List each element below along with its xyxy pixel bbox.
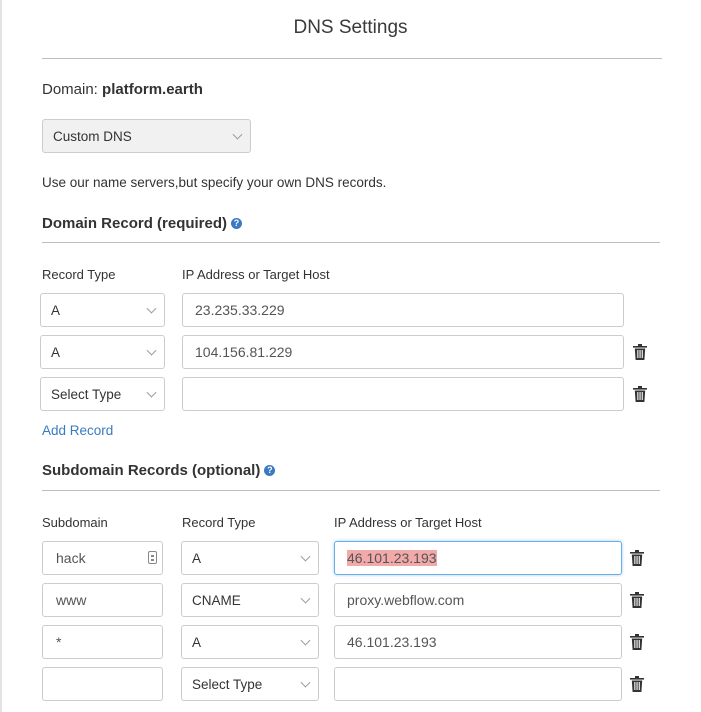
- target-host-value: 23.235.33.229: [195, 302, 285, 318]
- target-host-input[interactable]: proxy.webflow.com: [334, 583, 622, 617]
- subdomain-value: www: [56, 592, 87, 608]
- help-icon[interactable]: ?: [231, 218, 243, 229]
- col-header-target-host: IP Address or Target Host: [334, 515, 482, 530]
- page-title: DNS Settings: [293, 17, 408, 38]
- chevron-down-icon: [300, 635, 311, 646]
- col-header-target-host: IP Address or Target Host: [182, 267, 330, 282]
- domain-label: Domain:: [42, 81, 98, 98]
- left-border: [0, 0, 2, 712]
- record-type-select[interactable]: Select Type: [40, 377, 165, 411]
- chevron-down-icon: [146, 387, 157, 398]
- domain-value: platform.earth: [102, 81, 203, 98]
- record-type-select[interactable]: A: [40, 293, 165, 327]
- record-type-value: A: [51, 302, 61, 318]
- record-type-select[interactable]: Select Type: [181, 667, 319, 701]
- record-type-value: A: [51, 344, 61, 360]
- target-host-input[interactable]: 46.101.23.193: [334, 541, 622, 575]
- record-type-select[interactable]: CNAME: [181, 583, 319, 617]
- chevron-down-icon: [300, 593, 311, 604]
- target-host-input[interactable]: 104.156.81.229: [182, 335, 624, 369]
- target-host-value: proxy.webflow.com: [347, 592, 465, 608]
- dns-mode-value: Custom DNS: [53, 128, 132, 144]
- dns-mode-description: Use our name servers,but specify your ow…: [42, 175, 387, 190]
- trash-icon[interactable]: [630, 592, 644, 608]
- col-header-subdomain: Subdomain: [42, 515, 108, 530]
- title-divider: [42, 58, 662, 59]
- trash-icon[interactable]: [633, 386, 647, 402]
- record-type-select[interactable]: A: [40, 335, 165, 369]
- trash-icon[interactable]: [630, 634, 644, 650]
- domain-record-heading: Domain Record (required) ?: [42, 215, 243, 232]
- target-host-value: 104.156.81.229: [195, 344, 293, 360]
- trash-icon[interactable]: [630, 550, 644, 566]
- record-type-value: Select Type: [51, 386, 122, 402]
- subdomain-value: *: [56, 634, 62, 650]
- target-host-input[interactable]: [334, 667, 622, 701]
- record-type-value: A: [192, 634, 202, 650]
- subdomain-input[interactable]: www: [42, 583, 163, 617]
- subdomain-records-divider: [42, 490, 660, 491]
- record-type-value: A: [192, 550, 202, 566]
- record-type-select[interactable]: A: [181, 541, 319, 575]
- subdomain-input[interactable]: [42, 667, 163, 701]
- domain-record-divider: [42, 242, 660, 243]
- subdomain-records-heading: Subdomain Records (optional) ?: [42, 462, 276, 479]
- autofill-contact-icon[interactable]: [148, 551, 157, 564]
- add-record-link[interactable]: Add Record: [42, 423, 113, 438]
- subdomain-input[interactable]: *: [42, 625, 163, 659]
- subdomain-input[interactable]: hack: [42, 541, 163, 575]
- chevron-down-icon: [146, 345, 157, 356]
- record-type-value: CNAME: [192, 592, 241, 608]
- record-type-select[interactable]: A: [181, 625, 319, 659]
- chevron-down-icon: [300, 551, 311, 562]
- col-header-record-type: Record Type: [42, 267, 116, 282]
- trash-icon[interactable]: [630, 676, 644, 692]
- target-host-input[interactable]: 23.235.33.229: [182, 293, 624, 327]
- target-host-input[interactable]: [182, 377, 624, 411]
- target-host-value: 46.101.23.193: [347, 550, 437, 566]
- domain-record-heading-text: Domain Record (required): [42, 215, 228, 232]
- subdomain-records-heading-text: Subdomain Records (optional): [42, 462, 261, 479]
- chevron-down-icon: [300, 677, 311, 688]
- target-host-input[interactable]: 46.101.23.193: [334, 625, 622, 659]
- record-type-value: Select Type: [192, 676, 263, 692]
- dns-mode-select[interactable]: Custom DNS: [42, 119, 251, 153]
- chevron-down-icon: [232, 129, 243, 140]
- col-header-record-type: Record Type: [182, 515, 256, 530]
- chevron-down-icon: [146, 303, 157, 314]
- subdomain-value: hack: [56, 550, 86, 566]
- trash-icon[interactable]: [633, 344, 647, 360]
- target-host-value: 46.101.23.193: [347, 634, 437, 650]
- help-icon[interactable]: ?: [264, 465, 276, 476]
- domain-line: Domain: platform.earth: [42, 81, 203, 98]
